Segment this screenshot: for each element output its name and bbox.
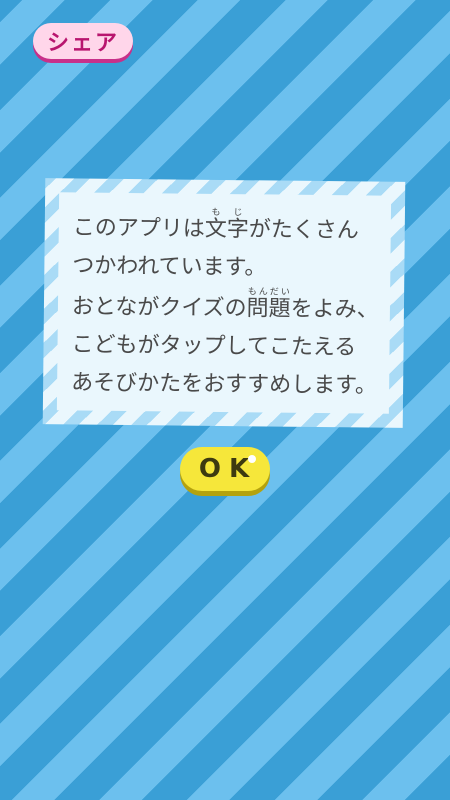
share-button[interactable]: シェア xyxy=(33,23,133,59)
ruby-moji-base: 文字 xyxy=(204,216,249,243)
ok-button-shine xyxy=(248,455,256,463)
notice-line-4: こどもがタップしてこたえる xyxy=(71,332,357,361)
notice-line-2: つかわれています。 xyxy=(72,253,267,281)
share-button-label: シェア xyxy=(46,31,119,56)
notice-line-1-after: がたくさん xyxy=(248,217,359,244)
ruby-moji: 文字もじ xyxy=(204,208,249,243)
ruby-mondai-reading: もんだい xyxy=(246,287,291,298)
notice-text-area: このアプリは文字もじがたくさん つかわれています。 おとながクイズの問題もんだい… xyxy=(56,192,392,414)
notice-line-5: あそびかたをおすすめします。 xyxy=(71,370,378,399)
ruby-mondai: 問題もんだい xyxy=(246,287,291,322)
notice-line-3-before: おとながクイズの xyxy=(71,294,247,322)
ruby-mondai-base: 問題 xyxy=(246,296,291,322)
notice-line-1: このアプリは文字もじがたくさん xyxy=(73,206,391,250)
notice-line-1-before: このアプリは xyxy=(72,215,205,242)
ok-button[interactable]: OK xyxy=(180,447,270,491)
ruby-moji-reading: もじ xyxy=(204,207,250,219)
notice-card: このアプリは文字もじがたくさん つかわれています。 おとながクイズの問題もんだい… xyxy=(42,178,406,428)
notice-line-3-after: をよみ、 xyxy=(290,296,379,323)
notice-line-3: おとながクイズの問題もんだいをよみ、 xyxy=(72,285,390,329)
